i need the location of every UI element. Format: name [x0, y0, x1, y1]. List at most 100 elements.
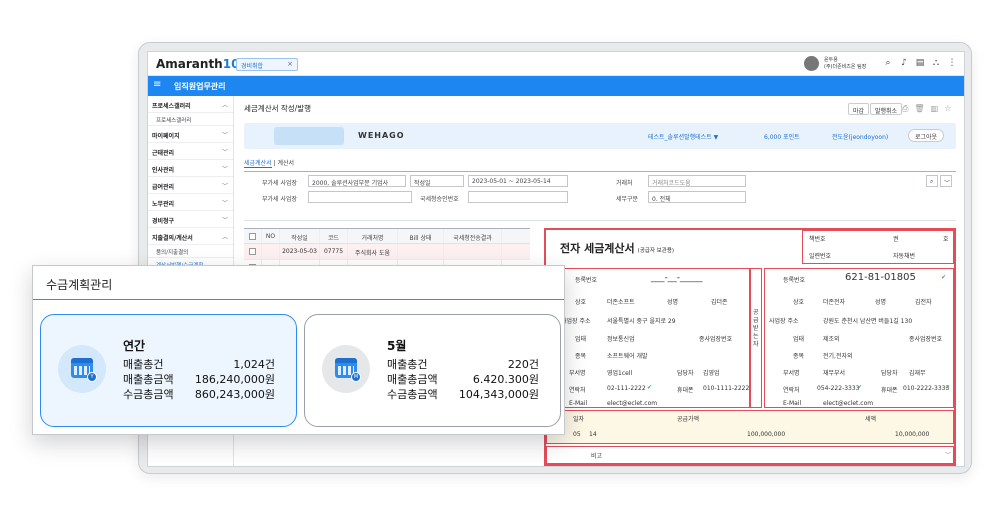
card-heading: 5월 — [387, 339, 407, 353]
document-icon[interactable]: ▤ — [915, 58, 925, 70]
book-number-box: 책번호 권 호 일련번호 자동채번 — [802, 230, 954, 264]
sidebar-item-mypage[interactable]: 마이페이지 ﹀ — [148, 126, 233, 143]
calendar-icon: Y — [58, 345, 106, 393]
wehago-logo: WEHAGO — [358, 131, 405, 140]
points-label: 6,000 포인트 — [764, 134, 800, 141]
summary-row: 수금총금액 860,243,000원 — [123, 388, 275, 401]
tab-invoice[interactable]: 계산서 — [277, 160, 294, 167]
open-tab[interactable]: 경비취합 × — [236, 58, 298, 71]
deadline-button[interactable]: 마감 — [848, 103, 870, 115]
user-name: 윤두용 — [824, 57, 838, 63]
trash-icon[interactable]: 🗑 — [914, 104, 924, 114]
chevron-up-icon: ︿ — [221, 234, 228, 241]
chevron-down-icon: ﹀ — [221, 200, 228, 207]
menu-icon[interactable]: ≡ — [153, 79, 161, 90]
top-bar: Amaranth10 경비취합 × 윤두용 (주)더존비즈온 팀장 ⌕ ♪ ▤ ⛬ … — [148, 52, 964, 76]
verified-icon: ✔ — [941, 274, 947, 281]
sidebar-item-hr[interactable]: 인사관리 ﹀ — [148, 160, 233, 177]
more-icon[interactable]: ⋮ — [947, 58, 957, 70]
summary-row: 매출총건 1,024건 — [123, 358, 275, 371]
chevron-down-icon: ﹀ — [221, 132, 228, 139]
receiver-side-label: 공급받는자 — [750, 268, 762, 408]
grid-header: NO 작성일 코드 거래처명 Bill 상태 국세청전송결과 — [244, 228, 530, 244]
summary-row: 매출총건 220건 — [387, 358, 539, 371]
sidebar-item-attendance[interactable]: 근태관리 ﹀ — [148, 143, 233, 160]
banner-illustration — [274, 127, 344, 145]
summary-row: 매출총금액 186,240,000원 — [123, 373, 275, 386]
search-button[interactable]: ⌕ — [926, 175, 938, 187]
partner-label: 거래처 — [616, 180, 633, 187]
tab-tax-invoice[interactable]: 세금계산서 — [244, 160, 272, 168]
org-chart-icon[interactable]: ⛬ — [931, 58, 941, 70]
sidebar-sub-approval[interactable]: 품의/지출결의 — [148, 245, 233, 258]
verified-icon: ✔ — [857, 384, 863, 391]
chevron-down-icon: ﹀ — [221, 149, 228, 156]
biz-label: 부가세 사업장 — [262, 180, 298, 187]
summary-row: 매출총금액 6.420.300원 — [387, 373, 539, 386]
star-icon[interactable]: ☆ — [944, 104, 951, 114]
wehago-banner: WEHAGO 테스트_솔루션발행테스트 ▼ 6,000 포인트 전도윤(jeon… — [244, 123, 956, 149]
biz2-input[interactable] — [308, 191, 412, 203]
top-icons: ⌕ ♪ ▤ ⛬ ⋮ — [883, 58, 963, 70]
calendar-icon: M — [322, 345, 370, 393]
monthly-summary-card[interactable]: M 5월 매출총건 220건 매출총금액 6.420.300원 수금총금액 104,3… — [304, 314, 561, 427]
date-range-input[interactable]: 2023-05-01 ~ 2023-05-14 — [468, 175, 568, 187]
chevron-down-icon[interactable]: ﹀ — [945, 450, 951, 459]
close-icon[interactable]: × — [287, 60, 293, 68]
verified-icon: ✔ — [945, 384, 951, 391]
sidebar-item-process[interactable]: 프로세스갤러리 ︿ — [148, 96, 233, 113]
sidebar-sub-process[interactable]: 프로세스갤러리 — [148, 113, 233, 126]
table-row[interactable]: 2023-05-03 07775 주식회사 도움 — [244, 244, 530, 260]
supplier-section: 등록번호 ___-__-_____ 상호 더존소프트 성명 김더존 사업장 주소… — [546, 268, 750, 408]
summary-row: 수금총금액 104,343,000원 — [387, 388, 539, 401]
nts-label: 국세청승인번호 — [420, 196, 459, 203]
annual-summary-card[interactable]: Y 연간 매출총건 1,024건 매출총금액 186,240,000원 수금총금액 8… — [40, 314, 297, 427]
chevron-down-icon: ﹀ — [221, 183, 228, 190]
cancel-issue-button[interactable]: 발행취소 — [870, 103, 903, 115]
bell-icon[interactable]: ♪ — [899, 58, 909, 70]
module-nav: ≡ 임직원업무관리 — [148, 76, 964, 96]
search-icon[interactable]: ⌕ — [883, 58, 893, 70]
user-company: (주)더존비즈온 팀장 — [824, 64, 867, 70]
collection-plan-panel: 수금계획관리 Y 연간 매출총건 1,024건 매출총금액 186,240,000원… — [32, 265, 565, 435]
select-all-checkbox[interactable] — [249, 233, 256, 240]
verified-icon: ✔ — [647, 384, 653, 391]
receiver-section: 등록번호 621-81-01805 ✔ 상호 더존전자 성명 김전자 사업장 주… — [764, 268, 954, 408]
amount-section: 일자 공급가액 세액 05 14 100,000,000 10,000,000 — [546, 410, 954, 444]
header-icons: ⎙ 🗑 ▥ ☆ — [902, 104, 951, 114]
filter-panel: 부가세 사업장 2000, 솔루션사업부문 기업사 작성일 2023-05-01… — [244, 171, 956, 221]
tax-type-select[interactable]: 0. 전체 — [648, 191, 746, 203]
partner-input[interactable]: 거래처코드도움 — [648, 175, 746, 187]
chevron-down-icon: ﹀ — [221, 217, 228, 224]
sidebar-item-expense[interactable]: 경비청구 ﹀ — [148, 211, 233, 228]
nts-input[interactable] — [468, 191, 568, 203]
date-type-select[interactable]: 작성일 — [410, 175, 464, 187]
doc-icon[interactable]: ▥ — [931, 104, 939, 114]
sidebar-item-payroll[interactable]: 급여관리 ﹀ — [148, 177, 233, 194]
expand-button[interactable]: ﹀ — [940, 175, 952, 187]
logout-button[interactable]: 로그아웃 — [908, 129, 945, 142]
tax-type-label: 세무구분 — [616, 196, 639, 203]
app-logo[interactable]: Amaranth10 — [156, 57, 239, 71]
avatar — [804, 56, 819, 71]
divider — [33, 299, 564, 300]
account-label: 전도윤(jeondoyoon) — [832, 134, 889, 141]
tax-invoice-form: 전자 세금계산서 (공급자 보관용) 책번호 권 호 일련번호 자동채번 등록번호… — [544, 228, 956, 466]
chevron-down-icon: ﹀ — [221, 166, 228, 173]
biz2-label: 부가세 사업장 — [262, 196, 298, 203]
card-heading: 연간 — [123, 339, 146, 353]
module-title: 임직원업무관리 — [174, 82, 226, 91]
doc-tabs: 세금계산서 | 계산서 — [244, 160, 295, 168]
sidebar-item-labor[interactable]: 노무관리 ﹀ — [148, 194, 233, 211]
panel-title: 수금계획관리 — [46, 278, 113, 292]
print-icon[interactable]: ⎙ — [902, 104, 908, 114]
row-checkbox[interactable] — [249, 248, 256, 255]
chevron-up-icon: ︿ — [221, 102, 228, 109]
page-title: 세금계산서 작성/발행 — [244, 104, 312, 113]
note-row[interactable]: 비고 ﹀ — [546, 446, 954, 464]
invoice-title: 전자 세금계산서 (공급자 보관용) — [560, 242, 675, 255]
biz-input[interactable]: 2000, 솔루션사업부문 기업사 — [308, 175, 406, 187]
user-profile[interactable]: 윤두용 (주)더존비즈온 팀장 — [804, 56, 884, 72]
sidebar-item-resolution[interactable]: 지출결의/계산서 ︿ — [148, 228, 233, 245]
company-selector[interactable]: 테스트_솔루션발행테스트 ▼ — [648, 132, 718, 141]
